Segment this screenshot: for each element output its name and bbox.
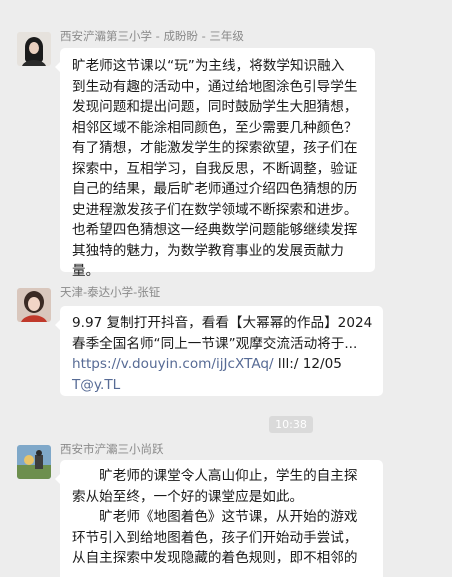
message-text-line: 旷老师的课堂令人高山仰止，学生的自主探 (72, 468, 358, 484)
message-bubble[interactable]: 旷老师这节课以“玩”为主线，将数学知识融入 到生动有趣的活动中，通过给地图涂色引… (55, 48, 375, 279)
link-share-bubble[interactable]: 9.97 复制打开抖音，看看【大幂幂的作品】2024 春季全国名师“同上一节课”… (55, 306, 383, 396)
message-text-line: 自己的结果，最后旷老师通过介绍四色猜想的历 (72, 181, 358, 197)
message-text-line: 史进程激发孩子们在数学领域不断探索和进步。 (72, 201, 358, 218)
message-text-line: 其独特的魅力，为数学教育事业的发展贡献力 (72, 242, 344, 259)
douyin-link-tail[interactable]: T@y.TL (72, 375, 371, 396)
message-text-line: 量。 (72, 263, 100, 279)
message-text-line: 到生动有趣的活动中，通过给地图涂色引导学生 (72, 78, 358, 95)
user-avatar-portrait[interactable] (17, 288, 51, 322)
message-sender: 天津-泰达小学-张钲 (60, 285, 161, 299)
douyin-link[interactable]: https://v.douyin.com/ijJcXTAq/ (72, 356, 274, 372)
message-text-line: 旷老师这节课以“玩”为主线，将数学知识融入 (72, 58, 345, 74)
message-text-line: 探索中，互相学习，自我反思，不断调整，验证 (72, 160, 358, 177)
message-text-line: 9.97 复制打开抖音，看看【大幂幂的作品】2024 (72, 315, 373, 331)
message-sender: 西安市浐灞三小尚跃 (60, 442, 164, 456)
message-text-line: 从自主探索中发现隐藏的着色规则，即不相邻的 (72, 550, 358, 566)
link-suffix-text: lll:/ 12/05 (273, 356, 342, 372)
message-sender: 西安浐灞第三小学 - 成盼盼 - 三年级 (60, 29, 244, 43)
message-timestamp: 10:38 (269, 416, 313, 433)
message-text-line: 索从始至终，一个好的课堂应是如此。 (72, 488, 304, 505)
message-text-line: 相邻区域不能涂相同颜色，至少需要几种颜色？ (72, 119, 358, 136)
user-avatar-dark-hair[interactable] (17, 32, 51, 66)
message-text-line: 旷老师《地图着色》这节课，从开始的游戏 (72, 509, 358, 525)
message-text-line: 有了猜想，才能激发学生的探索欲望，孩子们在 (72, 140, 358, 156)
message-bubble[interactable]: 旷老师的课堂令人高山仰止，学生的自主探 索从始至终，一个好的课堂应是如此。 旷老… (55, 460, 383, 577)
user-avatar-outdoor-scene[interactable] (17, 445, 51, 479)
message-text-line: 春季全国名师“同上一节课”观摩交流活动将于... (72, 335, 358, 352)
message-text-line: 也希望四色猜想这一经典数学问题能够继续发挥 (72, 222, 358, 238)
message-text-line: 环节引入到给地图着色，孩子们开始动手尝试， (72, 529, 358, 546)
message-text-line: 发现问题和提出问题，同时鼓励学生大胆猜想， (72, 99, 358, 115)
chat-message-list[interactable]: 西安浐灞第三小学 - 成盼盼 - 三年级 旷老师这节课以“玩”为主线，将数学知识… (0, 0, 452, 577)
